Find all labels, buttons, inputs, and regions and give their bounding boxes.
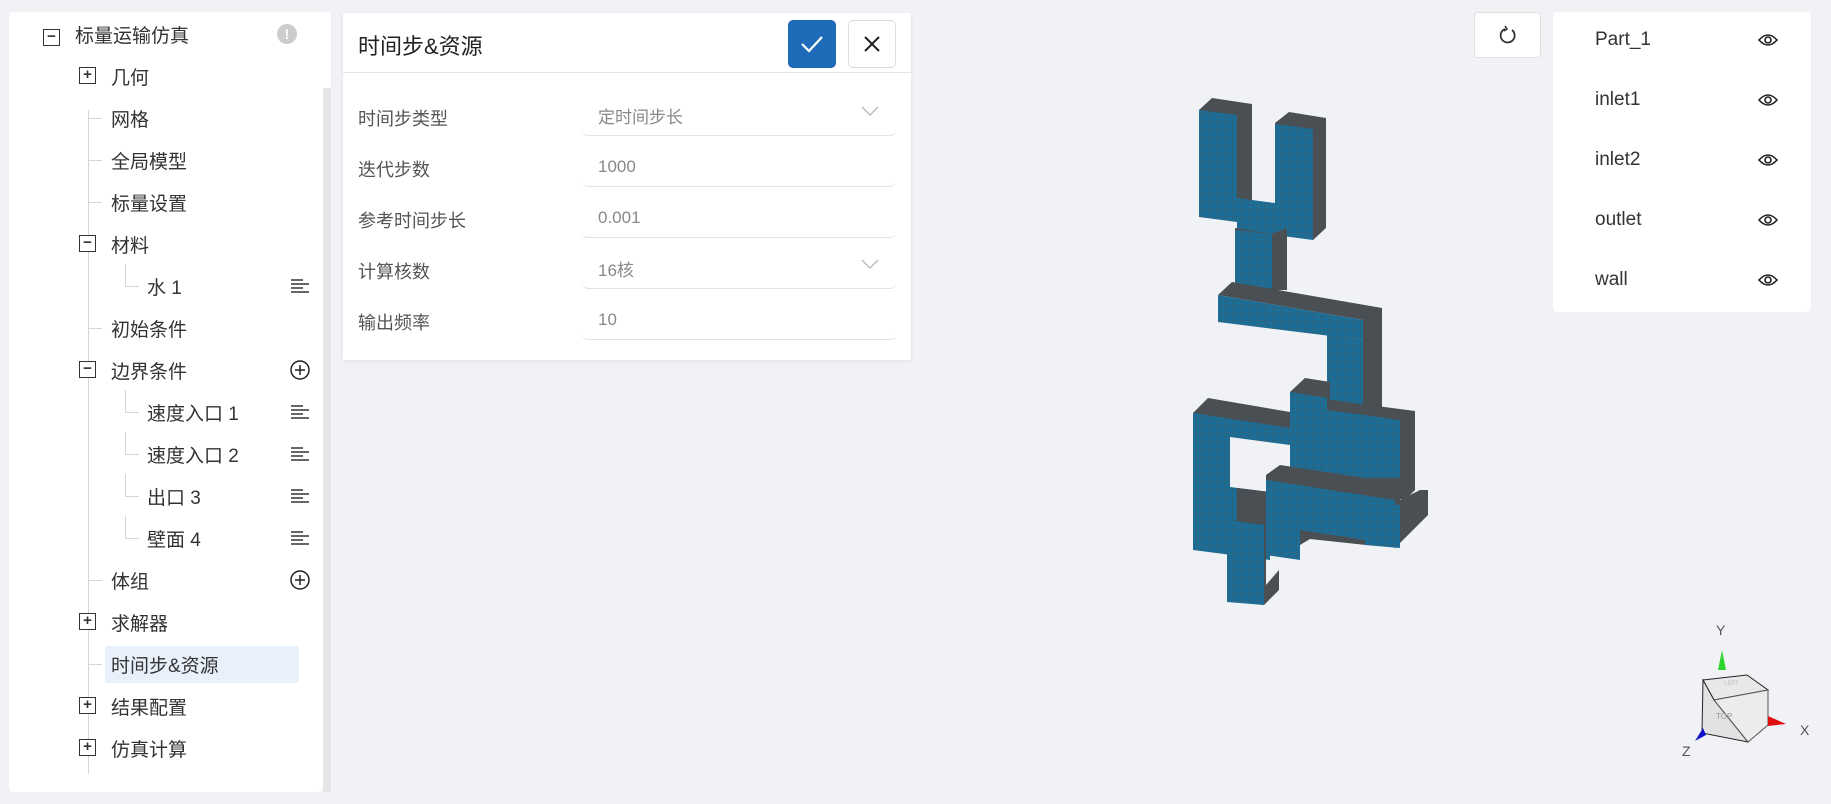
part-label: inlet2 — [1595, 149, 1641, 170]
eye-icon[interactable] — [1757, 33, 1779, 52]
part-label: wall — [1595, 269, 1628, 290]
refresh-icon — [1499, 25, 1516, 44]
part-item[interactable]: wall — [1595, 269, 1628, 291]
part-item[interactable]: inlet1 — [1595, 89, 1640, 111]
cube-left-label: LEFT — [1724, 681, 1739, 687]
eye-icon[interactable] — [1757, 213, 1779, 232]
part-label: inlet1 — [1595, 89, 1641, 110]
reset-view-button[interactable] — [1474, 12, 1541, 58]
z-axis-label: Z — [1682, 743, 1691, 759]
eye-icon[interactable] — [1757, 273, 1779, 292]
part-label: outlet — [1595, 209, 1642, 230]
part-item[interactable]: outlet — [1595, 209, 1641, 231]
part-label: Part_1 — [1595, 29, 1651, 50]
x-axis-label: X — [1800, 722, 1810, 738]
cube-top-label: TOP — [1716, 712, 1732, 721]
parts-visibility-panel: Part_1 inlet1 inlet2 outlet wall — [1553, 12, 1811, 312]
y-axis-arrow — [1718, 650, 1726, 670]
y-axis-label: Y — [1716, 622, 1726, 638]
x-axis-arrow — [1768, 716, 1786, 726]
eye-icon[interactable] — [1757, 93, 1779, 112]
axis-gizmo[interactable]: Y X Z TOP LEFT — [1682, 622, 1810, 759]
mesh-model — [1193, 98, 1428, 605]
part-item[interactable]: Part_1 — [1595, 29, 1651, 51]
part-item[interactable]: inlet2 — [1595, 149, 1640, 171]
eye-icon[interactable] — [1757, 153, 1779, 172]
